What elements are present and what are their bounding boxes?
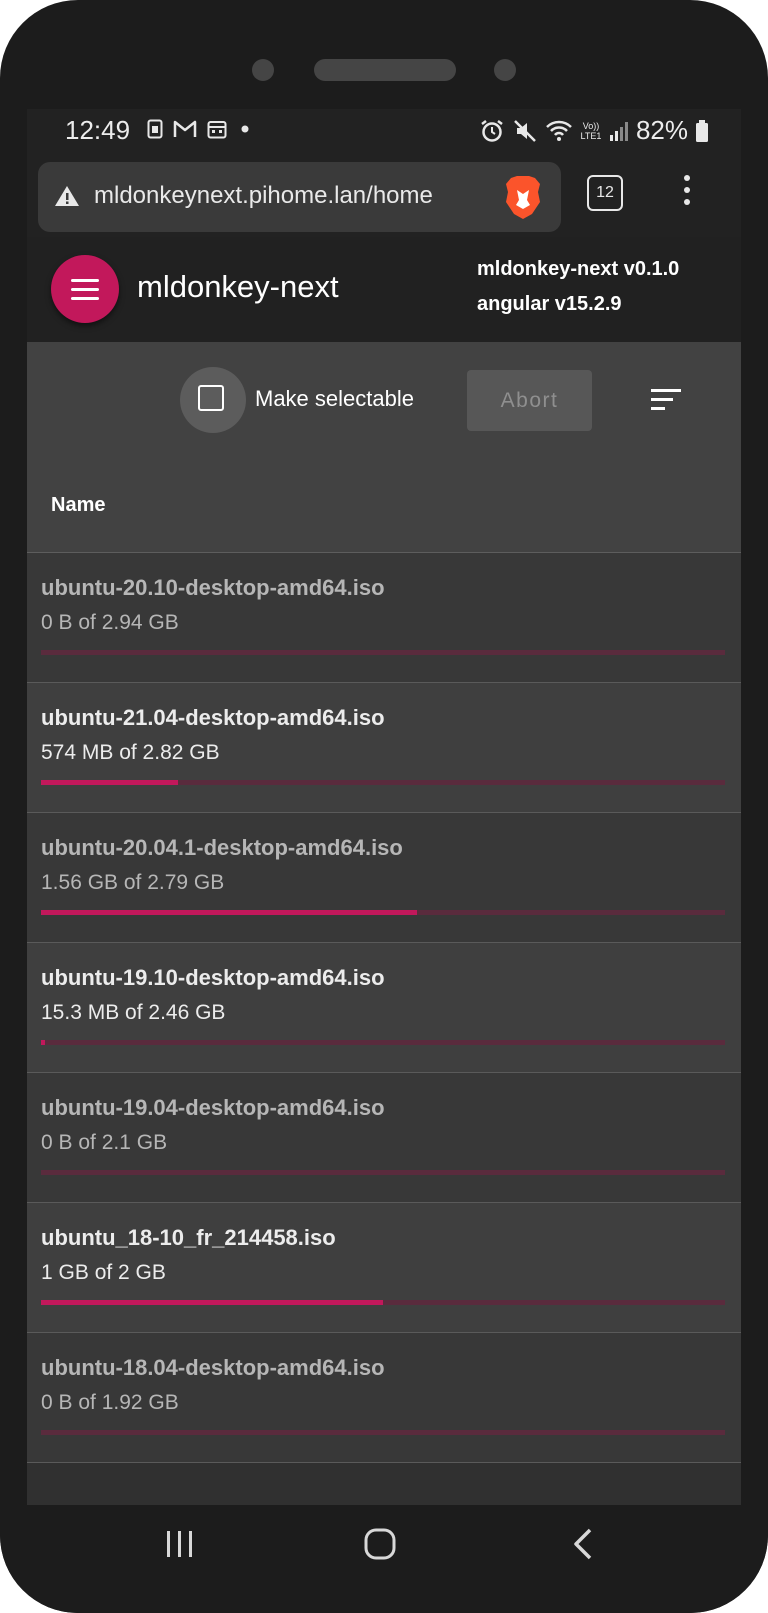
version-angular: angular v15.2.9 [477,293,622,315]
progress-fill [41,780,178,785]
phone-frame: 12:49 Vo)) LTE1 82% mldonkeynext.pihome. [0,0,768,1613]
sort-icon[interactable] [649,387,683,413]
home-icon[interactable] [362,1527,398,1561]
battery-percent: 82% [635,115,688,145]
progress-fill [41,1300,383,1305]
hamburger-icon-line [71,288,99,291]
file-size: 15.3 MB of 2.46 GB [41,1001,226,1024]
file-size: 1.56 GB of 2.79 GB [41,871,225,894]
status-time: 12:49 [65,115,131,145]
progress-fill [41,910,418,915]
file-size: 1 GB of 2 GB [41,1261,166,1284]
file-size: 0 B of 2.1 GB [41,1131,168,1154]
progress-bar [41,1040,725,1045]
screen: 12:49 Vo)) LTE1 82% mldonkeynext.pihome. [27,109,741,1505]
file-size: 0 B of 2.94 GB [41,611,179,634]
tabs-count-button[interactable]: 12 [587,175,623,211]
calendar-icon [207,121,227,139]
file-name: ubuntu-20.04.1-desktop-amd64.iso [41,835,403,860]
url-text[interactable]: mldonkeynext.pihome.lan/home [94,182,433,210]
table-header: Name [27,458,741,553]
progress-fill [41,1040,46,1045]
brave-lion-icon[interactable] [503,174,543,220]
browser-toolbar: mldonkeynext.pihome.lan/home 12 [27,157,741,237]
progress-bar [41,780,725,785]
status-bar: 12:49 Vo)) LTE1 82% [27,109,741,157]
gmail-icon [173,120,197,137]
actions-bar: Make selectable Abort [27,342,741,458]
list-item[interactable]: ubuntu-18.04-desktop-amd64.iso 0 B of 1.9… [27,1333,741,1463]
column-header-name[interactable]: Name [51,494,105,517]
abort-button[interactable]: Abort [467,370,592,431]
file-name: ubuntu-19.10-desktop-amd64.iso [41,965,385,990]
wifi-icon [546,120,572,141]
signal-icon [609,121,628,141]
hamburger-icon [71,279,99,282]
file-name: ubuntu-18.04-desktop-amd64.iso [41,1355,385,1380]
browser-menu-icon[interactable] [682,175,692,211]
battery-icon [696,119,708,142]
version-app: mldonkey-next v0.1.0 [477,258,680,280]
address-bar[interactable]: mldonkeynext.pihome.lan/home [38,162,561,232]
dot-icon [241,125,249,133]
app-title: mldonkey-next [137,269,339,304]
file-name: ubuntu_18-10_fr_214458.iso [41,1225,336,1250]
mute-icon [514,119,536,142]
list-item[interactable]: ubuntu_18-10_fr_214458.iso 1 GB of 2 GB [27,1203,741,1333]
back-icon[interactable] [566,1527,602,1561]
file-name: ubuntu-20.10-desktop-amd64.iso [41,575,385,600]
make-selectable-checkbox[interactable] [180,367,246,433]
warning-icon[interactable] [54,184,80,208]
app-toolbar: mldonkey-next mldonkey-next v0.1.0 angul… [27,237,741,342]
alarm-icon [481,119,503,142]
volte-icon: Vo)) LTE1 [580,120,602,141]
make-selectable-label[interactable]: Make selectable [255,386,414,412]
file-name: ubuntu-19.04-desktop-amd64.iso [41,1095,385,1120]
list-item[interactable]: ubuntu-20.10-desktop-amd64.iso 0 B of 2.9… [27,553,741,683]
progress-bar [41,1170,725,1175]
file-size: 0 B of 1.92 GB [41,1391,179,1414]
file-size: 574 MB of 2.82 GB [41,741,220,764]
list-item[interactable]: ubuntu-20.04.1-desktop-amd64.iso 1.56 GB … [27,813,741,943]
recent-apps-icon[interactable] [162,1527,198,1561]
camera-dot [494,59,516,81]
status-left-icons [147,119,253,139]
list-item[interactable]: ubuntu-21.04-desktop-amd64.iso 574 MB of … [27,683,741,813]
menu-button[interactable] [51,255,119,323]
list-item[interactable]: ubuntu-19.10-desktop-amd64.iso 15.3 MB of… [27,943,741,1073]
progress-bar [41,650,725,655]
android-nav-bar [0,1505,768,1613]
status-right: Vo)) LTE1 82% [479,115,709,146]
checkbox-icon[interactable] [198,385,224,411]
sim-card-icon [147,119,163,139]
sensor-dot [252,59,274,81]
progress-bar [41,1430,725,1435]
progress-bar [41,910,725,915]
file-name: ubuntu-21.04-desktop-amd64.iso [41,705,385,730]
progress-bar [41,1300,725,1305]
list-item[interactable]: ubuntu-19.04-desktop-amd64.iso 0 B of 2.1… [27,1073,741,1203]
hamburger-icon-line [71,297,99,300]
earpiece-speaker [314,59,456,81]
downloads-list: ubuntu-20.10-desktop-amd64.iso 0 B of 2.9… [27,553,741,1463]
